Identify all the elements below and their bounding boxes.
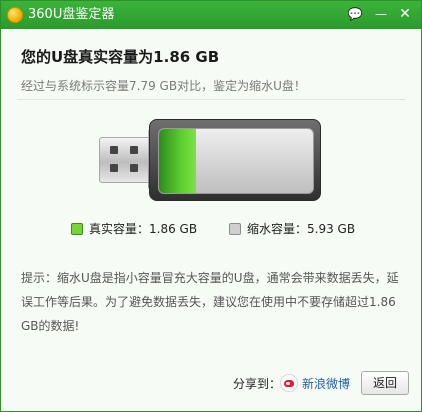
back-button[interactable]: 返回 (361, 371, 409, 395)
window-title: 360U盘鉴定器 (28, 7, 115, 22)
usb-plug-hole (110, 146, 118, 154)
usb-plug-hole (130, 146, 138, 154)
usb-body (149, 119, 321, 201)
tip-text: 提示：缩水U盘是指小容量冒充大容量的U盘，通常会带来数据丢失，延误工作等后果。为… (21, 271, 399, 333)
usb-drive-illustration (99, 119, 323, 203)
weibo-icon[interactable] (280, 374, 298, 392)
title-bar[interactable]: 360U盘鉴定器 💬 — ✕ (1, 1, 421, 29)
app-logo-icon (7, 7, 23, 23)
feedback-icon[interactable]: 💬 (345, 5, 365, 23)
close-button[interactable]: ✕ (395, 5, 415, 23)
real-capacity-fill (159, 129, 196, 193)
legend-real: 真实容量：1.86 GB (71, 220, 197, 237)
legend-shrink: 缩水容量：5.93 GB (229, 220, 355, 237)
usb-plug-hole (130, 164, 138, 172)
app-window: 360U盘鉴定器 💬 — ✕ 您的U盘真实容量为1.86 GB 经过与系统标示容… (0, 0, 422, 412)
divider (17, 99, 405, 100)
footer: 分享到： 新浪微博 返回 (1, 363, 421, 409)
share-label: 分享到： (233, 377, 282, 391)
legend-real-label: 真实容量：1.86 GB (89, 222, 198, 236)
usb-plug-icon (99, 137, 153, 183)
shrink-capacity-swatch-icon (229, 223, 241, 235)
capacity-gauge (158, 128, 314, 194)
real-capacity-swatch-icon (71, 223, 83, 235)
usb-plug-hole (110, 164, 118, 172)
legend-shrink-label: 缩水容量：5.93 GB (247, 222, 356, 236)
minimize-button[interactable]: — (371, 5, 391, 23)
result-subline: 经过与系统标示容量7.79 GB对比，鉴定为缩水U盘！ (21, 79, 306, 93)
share-weibo-link[interactable]: 新浪微博 (302, 375, 350, 392)
result-headline: 您的U盘真实容量为1.86 GB (21, 48, 220, 66)
